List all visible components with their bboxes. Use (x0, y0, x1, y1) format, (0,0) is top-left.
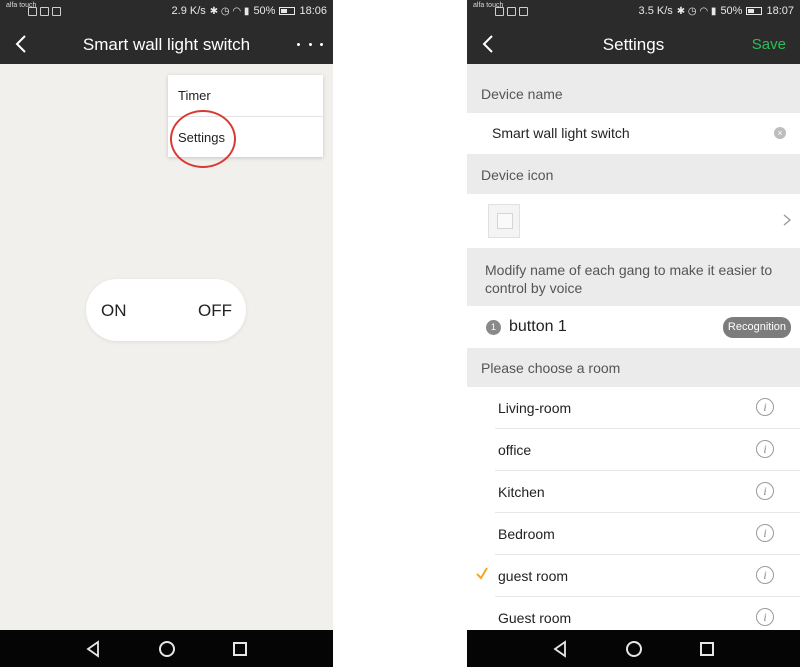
device-name-row: Smart wall light switch × (467, 113, 800, 154)
nav-back-icon[interactable] (552, 640, 568, 658)
battery-percent: 50% (253, 5, 276, 17)
battery-icon (746, 7, 763, 15)
battery-icon (279, 7, 296, 15)
room-item[interactable]: Living-room i (467, 387, 800, 429)
info-icon[interactable]: i (756, 566, 774, 584)
highlight-circle (170, 110, 236, 168)
app-bar: Settings Save (467, 24, 800, 64)
status-bar: alfa touch 3.5 K/s ✱ ◷ ◠ ▮ 50% 18:07 (467, 0, 800, 24)
room-label: office (498, 442, 532, 458)
status-right: 2.9 K/s ✱ ◷ ◠ ▮ 50% 18:06 (172, 5, 327, 17)
power-toggle[interactable]: ON OFF (86, 279, 246, 341)
device-screen: alfa touch 2.9 K/s ✱ ◷ ◠ ▮ 50% 18:06 Sma… (0, 0, 333, 667)
save-button[interactable]: Save (752, 36, 786, 53)
info-icon[interactable]: i (756, 608, 774, 626)
nav-home-icon[interactable] (626, 641, 642, 657)
gang-header: Modify name of each gang to make it easi… (467, 248, 800, 306)
gang-number-badge: 1 (486, 320, 501, 335)
info-icon[interactable]: i (756, 440, 774, 458)
room-label: Living-room (498, 400, 572, 416)
check-icon (476, 567, 488, 580)
room-item[interactable]: Bedroom i (467, 513, 800, 555)
nav-home-icon[interactable] (159, 641, 175, 657)
clock: 18:07 (766, 5, 794, 17)
nav-recent-icon[interactable] (700, 642, 714, 656)
clock: 18:06 (299, 5, 327, 17)
status-bar: alfa touch 2.9 K/s ✱ ◷ ◠ ▮ 50% 18:06 (0, 0, 333, 24)
recognition-button[interactable]: Recognition (722, 317, 791, 338)
device-icon-row[interactable] (467, 194, 800, 248)
menu-item-timer[interactable]: Timer (168, 75, 323, 116)
room-item-selected[interactable]: guest room i (467, 555, 800, 597)
nav-back-icon[interactable] (85, 640, 101, 658)
gang-row: 1 button 1 Recognition (467, 306, 800, 348)
network-speed: 3.5 K/s (638, 5, 673, 17)
device-name-header: Device name (467, 64, 800, 113)
battery-percent: 50% (720, 5, 743, 17)
device-name-input[interactable]: Smart wall light switch (492, 125, 630, 141)
status-right: 3.5 K/s ✱ ◷ ◠ ▮ 50% 18:07 (639, 5, 794, 17)
room-label: Kitchen (498, 484, 545, 500)
device-icon-header: Device icon (467, 154, 800, 194)
network-speed: 2.9 K/s (171, 5, 206, 17)
more-icon[interactable] (297, 34, 323, 54)
notification-icons (28, 7, 61, 16)
room-label: Bedroom (498, 526, 555, 542)
nav-recent-icon[interactable] (233, 642, 247, 656)
gang-name[interactable]: button 1 (509, 318, 567, 336)
signal-icons: ✱ ◷ ◠ ▮ (209, 5, 250, 17)
chevron-right-icon (783, 214, 792, 226)
system-nav-bar (0, 630, 333, 667)
info-icon[interactable]: i (756, 524, 774, 542)
info-icon[interactable]: i (756, 482, 774, 500)
info-icon[interactable]: i (756, 398, 774, 416)
room-item[interactable]: Kitchen i (467, 471, 800, 513)
room-header: Please choose a room (467, 348, 800, 387)
device-image (488, 204, 520, 238)
room-item[interactable]: office i (467, 429, 800, 471)
system-nav-bar (467, 630, 800, 667)
settings-screen: alfa touch 3.5 K/s ✱ ◷ ◠ ▮ 50% 18:07 Set… (467, 0, 800, 667)
page-title: Settings (602, 35, 665, 54)
notification-icons (495, 7, 528, 16)
room-label: Guest room (498, 610, 572, 626)
off-label[interactable]: OFF (198, 301, 232, 321)
room-label: guest room (498, 568, 569, 584)
signal-icons: ✱ ◷ ◠ ▮ (676, 5, 717, 17)
on-label[interactable]: ON (101, 301, 127, 321)
page-title: Smart wall light switch (82, 35, 251, 54)
clear-icon[interactable]: × (774, 127, 786, 139)
app-bar: Smart wall light switch (0, 24, 333, 64)
